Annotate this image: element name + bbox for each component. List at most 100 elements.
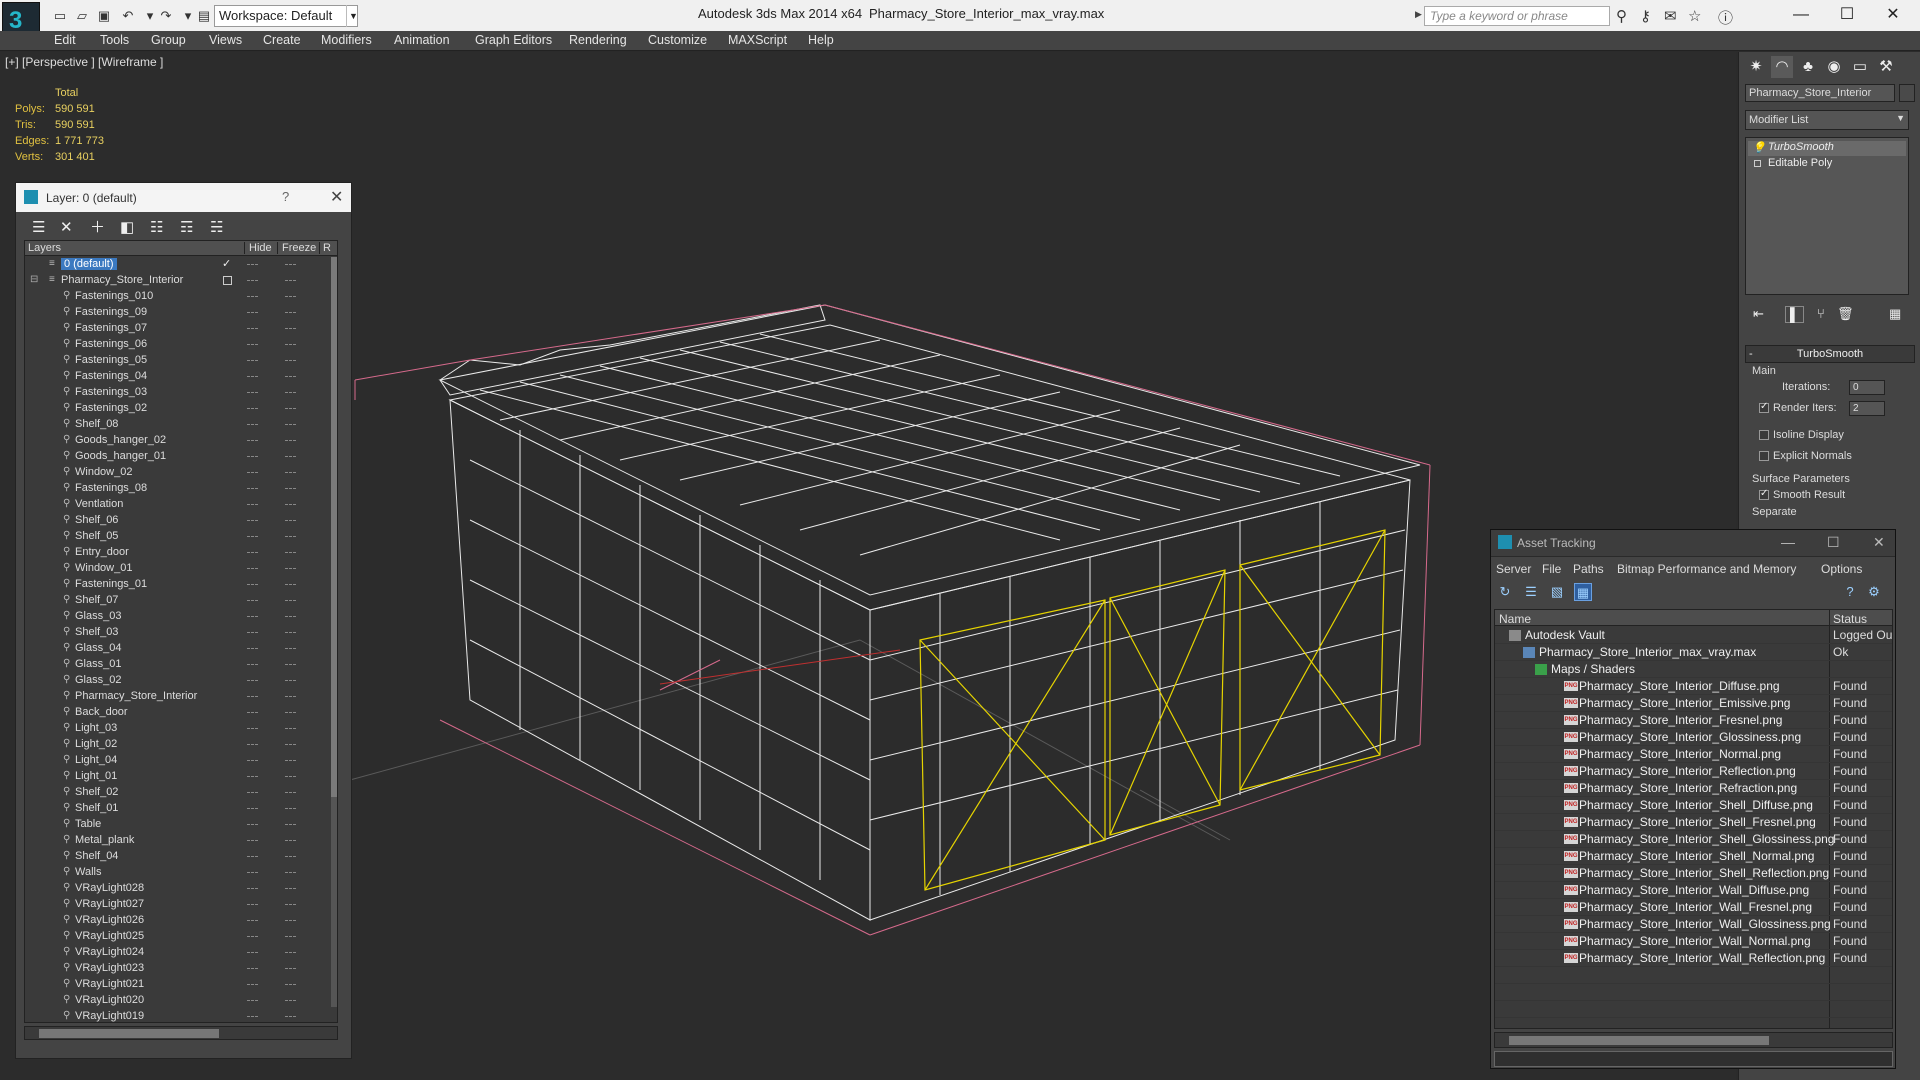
menu-edit[interactable]: Edit (54, 33, 76, 47)
communication-icon[interactable]: ✉ (1664, 7, 1677, 25)
layer-row[interactable]: ⚲ Light_04 (25, 753, 331, 769)
iterations-spinner[interactable]: 0 (1849, 380, 1885, 395)
asset-row[interactable]: PNG Pharmacy_Store_Interior_Shell_Fresnel… (1495, 814, 1892, 831)
layer-row[interactable]: ⚲ Table (25, 817, 331, 833)
layer-vertical-scrollbar[interactable] (331, 257, 337, 1007)
hide-toggle[interactable] (247, 808, 258, 809)
layer-row[interactable]: ⚲ Fastenings_09 (25, 305, 331, 321)
freeze-toggle[interactable] (285, 392, 296, 393)
asset-row[interactable]: PNG Pharmacy_Store_Interior_Shell_Normal.… (1495, 848, 1892, 865)
layer-row[interactable]: ⚲ Fastenings_010 (25, 289, 331, 305)
layer-row[interactable]: ⚲ Light_02 (25, 737, 331, 753)
freeze-toggle[interactable] (285, 424, 296, 425)
hide-toggle[interactable] (247, 840, 258, 841)
menu-maxscript[interactable]: MAXScript (728, 33, 787, 47)
layer-row[interactable]: ⚲ Fastenings_08 (25, 481, 331, 497)
scroll-thumb[interactable] (1509, 1036, 1769, 1045)
freeze-toggle[interactable] (285, 1000, 296, 1001)
hide-toggle[interactable] (247, 760, 258, 761)
active-layer-check-icon[interactable]: ✓ (222, 257, 231, 270)
maximize-button[interactable]: ☐ (1827, 534, 1840, 551)
hide-toggle[interactable] (247, 968, 258, 969)
layer-row[interactable]: ⚲ Glass_03 (25, 609, 331, 625)
highlight-layer-icon[interactable]: ☷ (150, 220, 163, 236)
asset-row[interactable]: PNG Pharmacy_Store_Interior_Wall_Reflecti… (1495, 950, 1892, 967)
search-expand-icon[interactable]: ▶ (1415, 9, 1422, 20)
layer-row[interactable]: ⚲ VRayLight027 (25, 897, 331, 913)
layer-row[interactable]: ⚲ Fastenings_04 (25, 369, 331, 385)
help-icon[interactable]: ? (282, 189, 289, 204)
layer-row[interactable]: ⚲ VRayLight024 (25, 945, 331, 961)
freeze-toggle[interactable] (285, 968, 296, 969)
motion-tab-icon[interactable]: ◉ (1823, 56, 1845, 78)
hide-all-layers-icon[interactable]: ☶ (180, 220, 193, 236)
column-hide[interactable]: Hide (244, 242, 272, 254)
hide-toggle[interactable] (247, 904, 258, 905)
freeze-toggle[interactable] (285, 584, 296, 585)
close-button[interactable]: ✕ (1873, 534, 1885, 551)
layer-dialog-titlebar[interactable]: Layer: 0 (default) ? ✕ (16, 183, 351, 212)
freeze-toggle[interactable] (285, 840, 296, 841)
menu-animation[interactable]: Animation (394, 33, 450, 47)
layer-row[interactable]: ⚲ Shelf_02 (25, 785, 331, 801)
minimize-button[interactable]: — (1778, 2, 1824, 28)
asset-row[interactable]: Maps / Shaders (1495, 661, 1892, 678)
freeze-toggle[interactable] (285, 712, 296, 713)
layer-row[interactable]: ⚲ VRayLight026 (25, 913, 331, 929)
menu-rendering[interactable]: Rendering (569, 33, 627, 47)
hide-toggle[interactable] (247, 616, 258, 617)
lightbulb-icon[interactable]: 💡 (1752, 141, 1766, 154)
thumbnail-view-icon[interactable]: ▧ (1548, 583, 1566, 601)
asset-row[interactable]: PNG Pharmacy_Store_Interior_Wall_Glossine… (1495, 916, 1892, 933)
help-icon[interactable]: ⓘ (1718, 7, 1733, 28)
maximize-button[interactable]: ☐ (1824, 2, 1870, 28)
freeze-toggle[interactable] (285, 664, 296, 665)
menu-file[interactable]: File (1542, 562, 1561, 576)
freeze-toggle[interactable] (285, 328, 296, 329)
settings-icon[interactable]: ⚙ (1865, 583, 1883, 601)
subscription-icon[interactable]: ⚷ (1640, 7, 1651, 25)
column-layers[interactable]: Layers (28, 242, 61, 254)
freeze-toggle[interactable] (285, 536, 296, 537)
menu-bitmap-performance[interactable]: Bitmap Performance and Memory (1617, 562, 1796, 576)
configure-sets-icon[interactable]: ▦ (1889, 306, 1901, 322)
asset-table[interactable]: Name Status Autodesk Vault Logged Out Phar… (1494, 609, 1893, 1029)
menu-server[interactable]: Server (1496, 562, 1531, 576)
hide-toggle[interactable] (247, 648, 258, 649)
layer-row[interactable]: ⚲ Shelf_04 (25, 849, 331, 865)
close-button[interactable]: ✕ (1870, 2, 1916, 28)
menu-help[interactable]: Help (808, 33, 834, 47)
asset-row[interactable]: PNG Pharmacy_Store_Interior_Shell_Glossin… (1495, 831, 1892, 848)
workspace-selector[interactable]: Workspace: Default (214, 5, 358, 27)
layer-row[interactable]: ⚲ VRayLight019 (25, 1009, 331, 1022)
freeze-toggle[interactable] (285, 744, 296, 745)
asset-row[interactable]: Pharmacy_Store_Interior_max_vray.max Ok (1495, 644, 1892, 661)
asset-row[interactable]: PNG Pharmacy_Store_Interior_Shell_Diffuse… (1495, 797, 1892, 814)
binoculars-icon[interactable]: ⚲ (1616, 7, 1627, 25)
smooth-result-checkbox[interactable] (1759, 488, 1769, 500)
hide-toggle[interactable] (247, 712, 258, 713)
hide-toggle[interactable] (247, 520, 258, 521)
stack-item-turbosmooth[interactable]: 💡 TurboSmooth (1748, 141, 1906, 156)
hide-toggle[interactable] (247, 664, 258, 665)
freeze-toggle[interactable] (285, 440, 296, 441)
asset-row[interactable]: PNG Pharmacy_Store_Interior_Shell_Reflect… (1495, 865, 1892, 882)
asset-row[interactable]: PNG Pharmacy_Store_Interior_Reflection.pn… (1495, 763, 1892, 780)
remove-modifier-icon[interactable]: 🗑 (1837, 306, 1854, 322)
freeze-toggle[interactable] (285, 680, 296, 681)
layer-row[interactable]: ⚲ Shelf_07 (25, 593, 331, 609)
freeze-toggle[interactable] (285, 808, 296, 809)
layer-row[interactable]: ⚲ Glass_02 (25, 673, 331, 689)
hide-toggle[interactable] (247, 856, 258, 857)
hide-toggle[interactable] (247, 952, 258, 953)
column-status[interactable]: Status (1833, 612, 1867, 626)
layer-row[interactable]: ⚲ VRayLight028 (25, 881, 331, 897)
freeze-toggle[interactable] (285, 280, 296, 281)
save-file-icon[interactable]: ▣ (96, 8, 112, 24)
scroll-thumb[interactable] (39, 1029, 219, 1038)
freeze-toggle[interactable] (285, 456, 296, 457)
layer-row[interactable]: ⚲ Pharmacy_Store_Interior (25, 689, 331, 705)
hide-toggle[interactable] (247, 776, 258, 777)
asset-row[interactable]: PNG Pharmacy_Store_Interior_Wall_Normal.p… (1495, 933, 1892, 950)
utilities-tab-icon[interactable]: ⚒ (1875, 56, 1897, 78)
